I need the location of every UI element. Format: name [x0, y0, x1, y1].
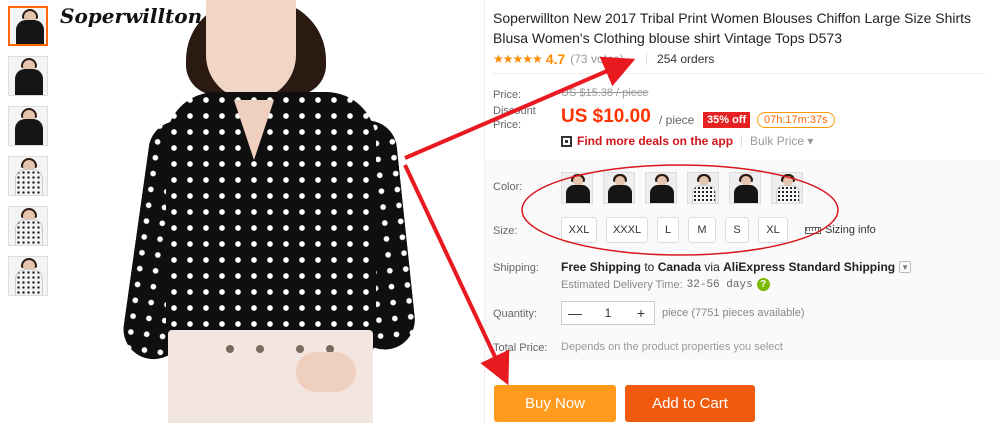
brand-logo: Soperwillton	[60, 4, 203, 28]
discount-price: US $10.00	[561, 106, 651, 127]
product-title: Soperwillton New 2017 Tribal Print Women…	[493, 10, 972, 46]
countdown-timer: 07h:17m:37s	[757, 112, 835, 128]
star-rating-icon: ★★★★★	[493, 52, 543, 66]
sizing-info-label: Sizing info	[825, 224, 876, 236]
shipping-dropdown-icon[interactable]: ▼	[899, 261, 912, 273]
quantity-stepper: — +	[561, 301, 655, 325]
size-option-xxl[interactable]: XXL	[561, 217, 597, 243]
divider	[493, 73, 985, 74]
total-price-label: Total Price:	[493, 342, 548, 354]
main-product-image[interactable]: Soperwillton	[56, 0, 480, 423]
caret-down-icon: ▾	[807, 134, 814, 148]
estimated-delivery: Estimated Delivery Time: 32-56 days ?	[561, 278, 770, 291]
estimated-delivery-days: 32-56 days	[686, 278, 753, 291]
quantity-decrease-button[interactable]: —	[562, 305, 588, 321]
size-option-l[interactable]: L	[657, 217, 679, 243]
orders-count: 254 orders	[657, 52, 715, 66]
skirt-button	[296, 345, 304, 353]
color-swatch-5[interactable]	[729, 172, 761, 204]
size-options: XXL XXXL L M S XL	[561, 217, 797, 243]
buy-now-button[interactable]: Buy Now	[494, 385, 616, 422]
thumbnail-4[interactable]	[8, 156, 48, 196]
thumbnail-list	[8, 6, 52, 306]
deals-row: Find more deals on the app Bulk Price ▾	[561, 134, 813, 148]
ruler-icon	[805, 226, 821, 234]
rating-row: ★★★★★ 4.7 (73 votes) ⌄ 254 orders	[493, 50, 714, 68]
color-swatches	[561, 172, 813, 204]
rating-value: 4.7	[545, 51, 566, 67]
app-deals-link[interactable]: Find more deals on the app	[577, 134, 733, 148]
model-hand	[296, 352, 356, 392]
product-info-panel: Soperwillton New 2017 Tribal Print Women…	[484, 0, 1000, 423]
thumbnail-3[interactable]	[8, 106, 48, 146]
free-shipping-text: Free Shipping	[561, 260, 642, 274]
shipping-label: Shipping:	[493, 262, 539, 274]
shipping-method: AliExpress Standard Shipping	[723, 260, 896, 274]
color-swatch-4[interactable]	[687, 172, 719, 204]
discount-badge: 35% off	[703, 112, 751, 128]
shipping-country: Canada	[657, 260, 702, 274]
chevron-down-icon[interactable]: ⌄	[628, 54, 636, 65]
skirt-button	[226, 345, 234, 353]
thumbnail-5[interactable]	[8, 206, 48, 246]
thumbnail-1[interactable]	[8, 6, 48, 46]
help-icon[interactable]: ?	[756, 278, 770, 291]
skirt-button	[256, 345, 264, 353]
model-blouse	[166, 92, 376, 352]
original-price: US $15.38 / piece	[561, 87, 649, 99]
votes-link[interactable]: (73 votes)	[570, 52, 623, 66]
size-option-s[interactable]: S	[725, 217, 749, 243]
price-label: Price:	[493, 89, 522, 101]
price-unit: / piece	[659, 113, 695, 127]
quantity-input[interactable]	[588, 306, 628, 320]
thumbnail-2[interactable]	[8, 56, 48, 96]
size-label: Size:	[493, 225, 518, 237]
bulk-price-label: Bulk Price	[750, 134, 805, 148]
quantity-label: Quantity:	[493, 308, 538, 320]
size-option-m[interactable]: M	[688, 217, 716, 243]
shipping-via-text: via	[701, 260, 724, 274]
separator	[741, 135, 743, 147]
shipping-to-text: to	[641, 260, 658, 274]
color-swatch-3[interactable]	[645, 172, 677, 204]
quantity-increase-button[interactable]: +	[628, 305, 654, 321]
estimated-delivery-label: Estimated Delivery Time:	[561, 278, 683, 291]
model-face	[206, 0, 296, 100]
qr-code-icon	[561, 135, 572, 147]
color-swatch-1[interactable]	[561, 172, 593, 204]
available-pieces: piece (7751 pieces available)	[662, 307, 805, 319]
sizing-info-link[interactable]: Sizing info	[805, 224, 876, 236]
discount-price-label: Discount Price:	[493, 105, 536, 131]
color-label: Color:	[493, 181, 523, 193]
thumbnail-6[interactable]	[8, 256, 48, 296]
size-option-xl[interactable]: XL	[758, 217, 788, 243]
add-to-cart-button[interactable]: Add to Cart	[625, 385, 755, 422]
shipping-info: Free Shipping to Canada via AliExpress S…	[561, 260, 912, 274]
color-swatch-6[interactable]	[771, 172, 803, 204]
separator	[646, 53, 648, 65]
bulk-price-dropdown[interactable]: Bulk Price ▾	[750, 134, 813, 148]
color-swatch-2[interactable]	[603, 172, 635, 204]
total-price-text: Depends on the product properties you se…	[561, 341, 783, 353]
size-option-xxxl[interactable]: XXXL	[606, 217, 648, 243]
